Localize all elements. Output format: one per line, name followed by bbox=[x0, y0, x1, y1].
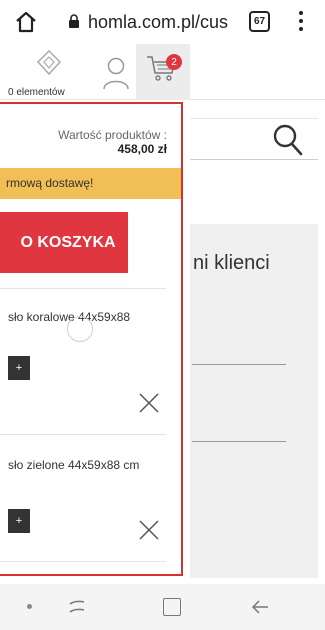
close-icon[interactable] bbox=[138, 392, 160, 414]
quantity-increase-button[interactable]: + bbox=[8, 356, 30, 380]
content-section bbox=[190, 224, 318, 578]
site-header: 0 elementów 2 bbox=[0, 44, 325, 100]
search-icon[interactable] bbox=[272, 123, 304, 157]
search-bar[interactable] bbox=[190, 118, 318, 160]
close-icon[interactable] bbox=[138, 519, 160, 541]
dot-icon bbox=[299, 11, 303, 15]
system-nav-bar bbox=[0, 584, 325, 630]
nav-dot-icon bbox=[27, 604, 32, 609]
divider bbox=[0, 434, 166, 435]
back-arrow-icon[interactable] bbox=[250, 597, 270, 617]
dot-icon bbox=[299, 27, 303, 31]
divider bbox=[192, 441, 286, 442]
url-field[interactable]: homla.com.pl/cus bbox=[88, 12, 238, 33]
cart-count-badge: 2 bbox=[166, 54, 182, 70]
go-to-cart-button[interactable]: O KOSZYKA bbox=[0, 212, 128, 273]
loading-spinner-icon bbox=[67, 316, 93, 342]
cart-total-label: Wartość produktów : bbox=[58, 128, 167, 142]
browser-menu-button[interactable] bbox=[298, 11, 304, 33]
cart-button[interactable]: 2 bbox=[136, 44, 190, 100]
compare-icon[interactable] bbox=[36, 50, 62, 76]
cart-dropdown: Wartość produktów : 458,00 zł rmową dost… bbox=[0, 102, 183, 576]
dot-icon bbox=[299, 19, 303, 23]
section-heading: ni klienci bbox=[193, 252, 270, 274]
quantity-increase-button[interactable]: + bbox=[8, 509, 30, 533]
recent-apps-icon[interactable] bbox=[66, 598, 88, 616]
home-nav-button[interactable] bbox=[163, 598, 181, 616]
lock-icon bbox=[69, 14, 79, 28]
divider bbox=[0, 561, 166, 562]
tab-switcher-button[interactable]: 67 bbox=[249, 11, 270, 32]
divider bbox=[0, 288, 166, 289]
user-icon[interactable] bbox=[102, 56, 130, 90]
divider bbox=[192, 364, 286, 365]
cart-total-value: 458,00 zł bbox=[117, 142, 167, 156]
home-icon[interactable] bbox=[14, 10, 38, 34]
browser-toolbar: homla.com.pl/cus 67 bbox=[0, 0, 325, 44]
cart-item-name[interactable]: sło zielone 44x59x88 cm bbox=[8, 458, 139, 472]
compare-count-label: 0 elementów bbox=[8, 87, 65, 98]
free-shipping-banner: rmową dostawę! bbox=[0, 168, 181, 199]
